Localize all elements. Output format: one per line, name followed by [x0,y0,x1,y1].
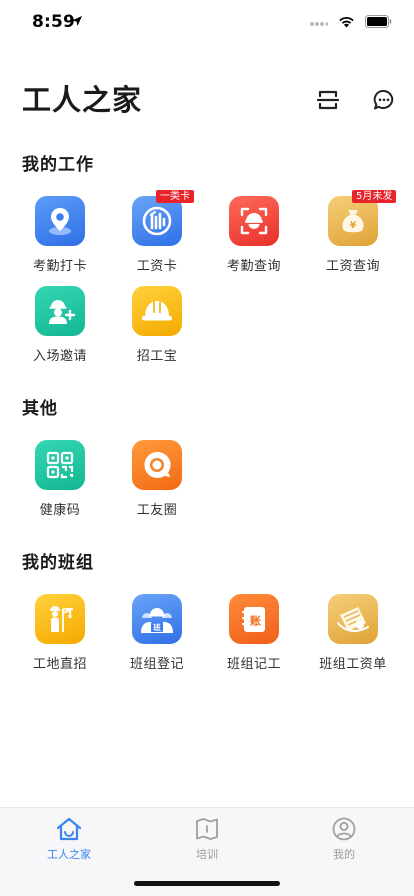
grid-item-label: 班组工资单 [319,657,387,672]
grid-item-label: 班组记工 [226,657,281,672]
location-pin-icon [35,196,85,246]
grid-item-label: 工资卡 [136,259,178,274]
grid-item-worker-circle[interactable]: 工友圈 [108,440,206,520]
tab-label: 我的 [333,848,355,861]
bank-card-icon: 一类卡 [132,190,194,246]
tab-training[interactable]: 培训 [167,816,247,862]
face-scan-icon [229,196,279,246]
grid-item-site-invite[interactable]: 入场邀请 [11,286,109,366]
scan-icon [316,90,340,110]
scan-button[interactable] [314,86,342,114]
card-type-badge: 一类卡 [156,190,194,203]
grid-item-team-timesheet[interactable]: 账 班组记工 [205,594,303,674]
status-bar: 8:59 [0,0,414,44]
message-icon [373,89,394,110]
grid-item-team-payslip[interactable]: 班组工资单 [304,594,402,674]
team-badge-text: 班 [153,622,161,632]
grid-item-label: 考勤查询 [226,259,281,274]
home-icon [56,817,82,841]
section-title-my-team: 我的班组 [22,553,94,573]
grid-item-recruit[interactable]: 招工宝 [108,286,206,366]
svg-text:¥: ¥ [350,221,357,231]
profile-icon [332,817,356,841]
salary-status-badge: 5月未发 [352,190,397,203]
team-register-icon: 班 [132,594,182,644]
grid-item-label: 考勤打卡 [32,259,87,274]
money-bag-icon: ¥ 5月未发 [328,190,397,246]
location-arrow-icon [72,16,82,26]
status-indicators [310,15,392,28]
tab-label: 培训 [196,848,218,861]
tab-label: 工人之家 [47,848,91,861]
grid-item-health-code[interactable]: 健康码 [11,440,109,520]
page-header: 工人之家 [0,78,414,122]
payslip-icon [328,594,378,644]
grid-item-attendance-checkin[interactable]: 考勤打卡 [11,196,109,276]
grid-item-salary-query[interactable]: ¥ 5月未发 工资查询 [304,190,402,276]
qr-code-icon [35,440,85,490]
grid-item-label: 健康码 [39,503,81,518]
grid-item-label: 工地直招 [32,657,87,672]
signal-icon [310,22,328,26]
message-button[interactable] [370,86,398,114]
home-indicator [134,881,280,886]
tab-profile[interactable]: 我的 [304,816,384,862]
tab-home[interactable]: 工人之家 [29,816,109,862]
grid-item-team-register[interactable]: 班 班组登记 [108,594,206,674]
grid-item-attendance-query[interactable]: 考勤查询 [205,196,303,276]
ledger-icon: 账 [229,594,279,644]
section-title-other: 其他 [22,399,58,419]
book-icon [196,818,218,840]
grid-item-label: 工友圈 [136,503,178,518]
grid-item-label: 班组登记 [129,657,184,672]
chat-circle-icon [132,440,182,490]
page-title: 工人之家 [22,83,143,117]
ledger-badge-text: 账 [250,614,261,628]
worker-add-icon [35,286,85,336]
status-time: 8:59 [32,12,76,32]
grid-item-label: 工资查询 [325,259,380,274]
hard-hat-icon [132,286,182,336]
wifi-icon [339,16,354,27]
construction-worker-icon [35,594,85,644]
battery-icon [365,15,392,28]
section-title-my-work: 我的工作 [22,155,94,175]
grid-item-salary-card[interactable]: 一类卡 工资卡 [108,190,206,276]
grid-item-site-recruit[interactable]: 工地直招 [11,594,109,674]
grid-item-label: 招工宝 [136,349,178,364]
grid-item-label: 入场邀请 [32,349,87,364]
